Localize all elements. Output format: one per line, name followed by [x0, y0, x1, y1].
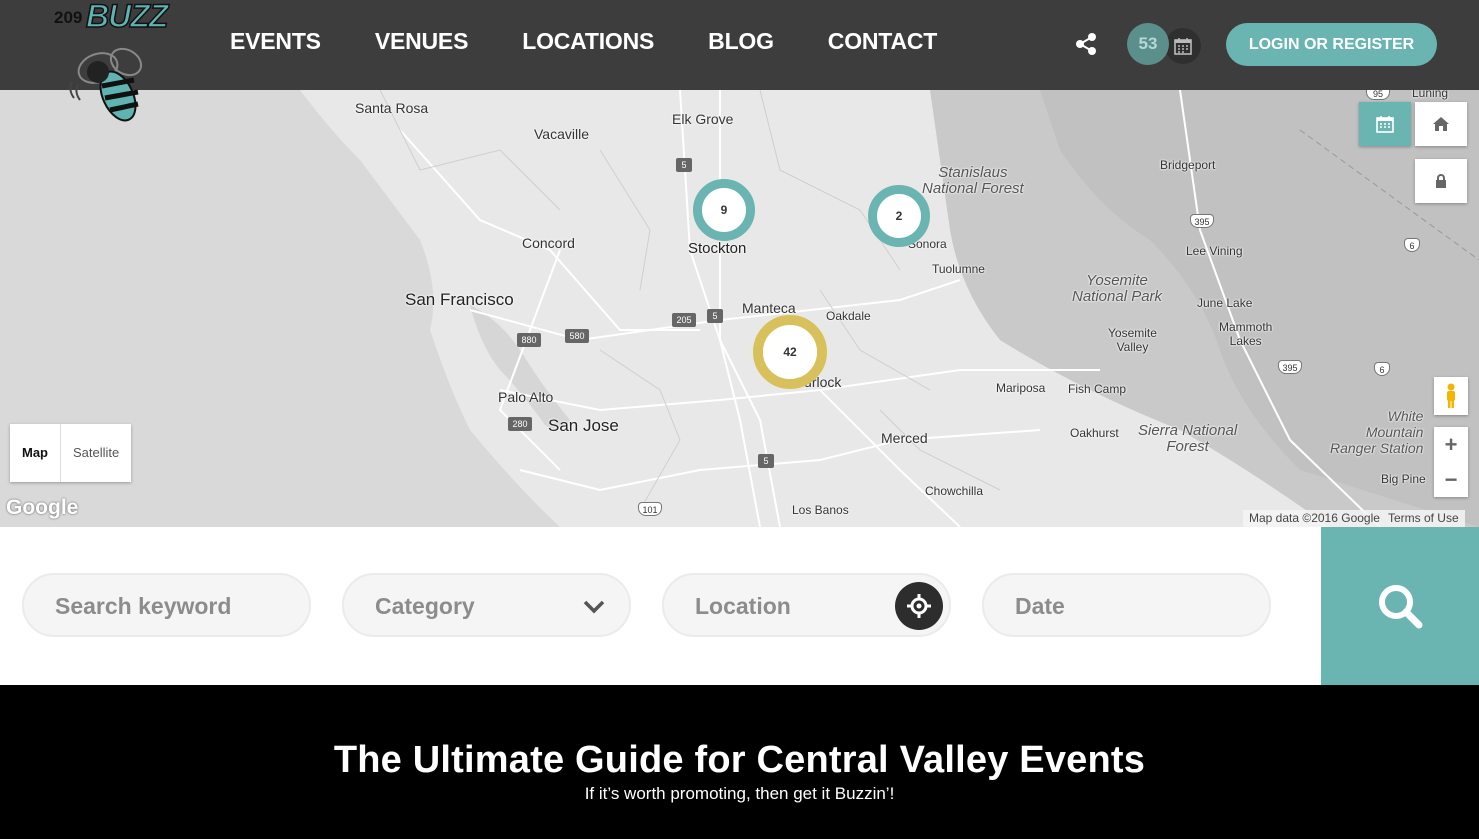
location-field[interactable]: Location: [662, 573, 951, 637]
place-chowchilla: Chowchilla: [925, 484, 984, 498]
road-shield: 95: [1366, 90, 1390, 100]
location-placeholder: Location: [695, 593, 791, 619]
place-june-lake: June Lake: [1197, 296, 1253, 310]
locate-me-button[interactable]: [895, 582, 943, 630]
site-logo[interactable]: 209 BUZZ: [50, 0, 170, 130]
search-keyword-field[interactable]: Search keyword: [22, 573, 311, 637]
road-shield: 395: [1190, 214, 1214, 228]
zoom-control: + −: [1434, 427, 1468, 497]
search-button[interactable]: [1321, 527, 1479, 685]
map-cluster-marker[interactable]: 9: [693, 179, 755, 241]
search-keyword-placeholder: Search keyword: [55, 593, 232, 619]
home-icon: [1433, 117, 1449, 131]
road-shield: 880: [517, 333, 541, 347]
place-manteca: Manteca: [742, 300, 796, 316]
road-shield: 205: [672, 313, 696, 327]
place-concord: Concord: [522, 235, 575, 251]
place-san-francisco: San Francisco: [405, 290, 514, 309]
terms-link[interactable]: Terms of Use: [1388, 510, 1459, 527]
page-title: The Ultimate Guide for Central Valley Ev…: [333, 739, 1146, 781]
nav-contact[interactable]: CONTACT: [828, 28, 938, 55]
bee-icon: [69, 47, 143, 122]
place-santa-rosa: Santa Rosa: [355, 100, 429, 116]
search-icon: [1379, 585, 1423, 629]
nav-locations[interactable]: LOCATIONS: [522, 28, 654, 55]
calendar-icon: [1376, 116, 1394, 133]
road-shield: 5: [707, 309, 723, 323]
road-shield: 101: [638, 502, 662, 516]
place-stockton: Stockton: [688, 240, 747, 257]
place-tuolumne: Tuolumne: [932, 262, 985, 276]
date-field[interactable]: Date: [982, 573, 1271, 637]
events-map[interactable]: Santa Rosa Vacaville Elk Grove Stanislau…: [0, 90, 1479, 527]
login-register-button[interactable]: LOGIN OR REGISTER: [1226, 23, 1437, 66]
place-mammoth-lakes: Mammoth Lakes: [1219, 320, 1273, 348]
place-yosemite-valley: Yosemite Valley: [1108, 326, 1157, 354]
map-type-satellite[interactable]: Satellite: [61, 424, 131, 482]
place-yosemite-np: Yosemite National Park: [1072, 272, 1163, 305]
place-oakhurst: Oakhurst: [1070, 426, 1119, 440]
calendar-icon[interactable]: [1165, 28, 1201, 64]
place-los-banos: Los Banos: [792, 503, 849, 517]
main-nav: EVENTS VENUES LOCATIONS BLOG CONTACT: [230, 28, 991, 55]
cluster-count: 2: [877, 194, 921, 238]
place-palo-alto: Palo Alto: [498, 389, 554, 405]
road-shield: 5: [676, 158, 692, 172]
place-oakdale: Oakdale: [826, 309, 871, 323]
map-data-text: Map data ©2016 Google: [1249, 511, 1380, 525]
place-vacaville: Vacaville: [534, 126, 589, 142]
google-logo: Google: [6, 496, 79, 519]
category-placeholder: Category: [375, 593, 475, 619]
map-terrain: [0, 90, 1479, 527]
place-elk-grove: Elk Grove: [672, 111, 734, 127]
map-type-control: Map Satellite: [10, 424, 132, 482]
place-bridgeport: Bridgeport: [1160, 158, 1216, 172]
calendar-view-button[interactable]: [1359, 102, 1411, 146]
place-white-mountain: White Mountain Ranger Station: [1330, 408, 1424, 456]
page-subtitle: If it’s worth promoting, then get it Buz…: [584, 784, 895, 803]
place-mariposa: Mariposa: [996, 381, 1046, 395]
road-shield: 5: [758, 454, 774, 468]
road-shield: 280: [508, 417, 532, 431]
place-big-pine: Big Pine: [1381, 472, 1426, 486]
place-fish-camp: Fish Camp: [1068, 382, 1127, 396]
map-attribution: Map data ©2016 Google Terms of Use: [1243, 510, 1465, 527]
date-placeholder: Date: [1015, 593, 1065, 619]
map-cluster-marker[interactable]: 42: [753, 315, 827, 389]
nav-venues[interactable]: VENUES: [375, 28, 469, 55]
lock-button[interactable]: [1415, 159, 1467, 203]
place-luning: Luning: [1412, 90, 1449, 100]
category-select[interactable]: Category: [342, 573, 631, 637]
nav-events[interactable]: EVENTS: [230, 28, 321, 55]
place-merced: Merced: [881, 430, 928, 446]
chevron-down-icon: [583, 600, 605, 614]
hero-banner: The Ultimate Guide for Central Valley Ev…: [0, 685, 1479, 839]
road-shield: 395: [1278, 360, 1302, 374]
place-lee-vining: Lee Vining: [1186, 244, 1243, 258]
zoom-in-button[interactable]: +: [1445, 427, 1458, 462]
crosshair-icon: [907, 594, 931, 618]
share-icon[interactable]: [1073, 31, 1099, 57]
pegman-icon: [1447, 383, 1455, 408]
zoom-out-button[interactable]: −: [1445, 462, 1458, 497]
place-san-jose: San Jose: [548, 416, 619, 435]
home-button[interactable]: [1415, 102, 1467, 146]
nav-blog[interactable]: BLOG: [708, 28, 774, 55]
place-stanislaus-nf: Stanislaus National Forest: [922, 164, 1024, 197]
map-type-map[interactable]: Map: [10, 424, 61, 482]
map-cluster-marker[interactable]: 2: [868, 185, 930, 247]
cluster-count: 9: [702, 188, 746, 232]
site-header: 209 BUZZ EVENTS VENUES LOCATIONS BLOG CO…: [0, 0, 1479, 122]
events-count-badge[interactable]: 53: [1127, 23, 1169, 65]
street-view-pegman[interactable]: [1434, 377, 1468, 415]
search-bar: Search keyword Category Location Date: [0, 527, 1479, 685]
road-shield: 580: [565, 329, 589, 343]
place-sierra-nf: Sierra National Forest: [1138, 422, 1238, 455]
cluster-count: 42: [763, 325, 817, 379]
lock-icon: [1436, 174, 1446, 188]
